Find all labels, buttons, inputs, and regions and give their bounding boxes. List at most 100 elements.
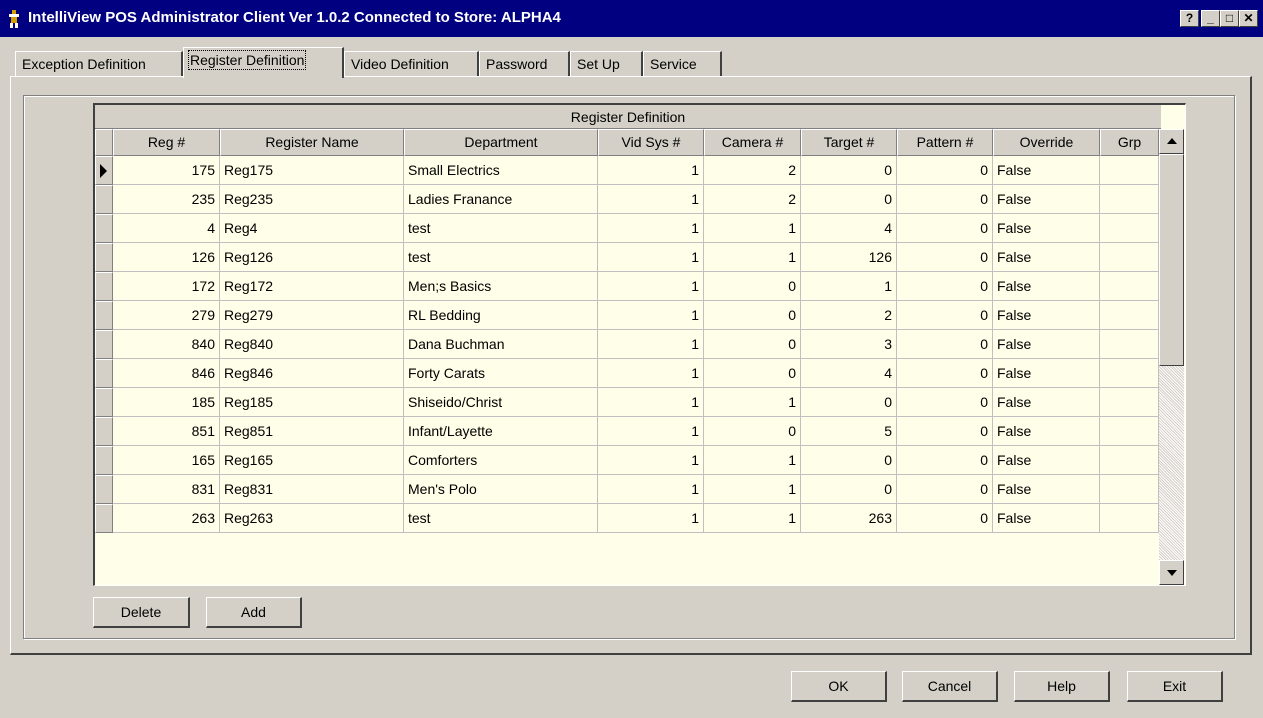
column-header[interactable]: Pattern # bbox=[897, 129, 993, 156]
exit-button[interactable]: Exit bbox=[1127, 671, 1223, 702]
table-cell[interactable]: 0 bbox=[897, 388, 993, 417]
table-cell[interactable]: 279 bbox=[113, 301, 220, 330]
table-cell[interactable]: 1 bbox=[598, 359, 704, 388]
table-cell[interactable]: 0 bbox=[801, 156, 897, 185]
table-cell[interactable]: 263 bbox=[801, 504, 897, 533]
column-header[interactable]: Department bbox=[404, 129, 598, 156]
table-cell[interactable]: 0 bbox=[704, 417, 801, 446]
table-cell[interactable] bbox=[1100, 359, 1159, 388]
row-selector[interactable] bbox=[95, 504, 113, 533]
delete-button[interactable]: Delete bbox=[93, 597, 190, 628]
table-cell[interactable]: False bbox=[993, 272, 1100, 301]
table-cell[interactable]: 0 bbox=[897, 301, 993, 330]
table-row[interactable]: 263 Reg263 test 1 1 263 0 False bbox=[95, 504, 1159, 533]
table-cell[interactable] bbox=[1100, 156, 1159, 185]
table-cell[interactable]: 1 bbox=[598, 272, 704, 301]
table-row[interactable]: 840 Reg840 Dana Buchman 1 0 3 0 False bbox=[95, 330, 1159, 359]
table-row[interactable]: 4 Reg4 test 1 1 4 0 False bbox=[95, 214, 1159, 243]
table-cell[interactable]: False bbox=[993, 214, 1100, 243]
column-header[interactable]: Target # bbox=[801, 129, 897, 156]
table-cell[interactable] bbox=[1100, 243, 1159, 272]
table-cell[interactable]: False bbox=[993, 446, 1100, 475]
table-cell[interactable]: Reg165 bbox=[220, 446, 404, 475]
cancel-button[interactable]: Cancel bbox=[902, 671, 998, 702]
table-cell[interactable]: 0 bbox=[897, 504, 993, 533]
column-header[interactable]: Camera # bbox=[704, 129, 801, 156]
table-cell[interactable]: test bbox=[404, 243, 598, 272]
table-cell[interactable]: False bbox=[993, 388, 1100, 417]
row-selector[interactable] bbox=[95, 417, 113, 446]
table-cell[interactable]: Reg185 bbox=[220, 388, 404, 417]
table-cell[interactable] bbox=[1100, 301, 1159, 330]
table-cell[interactable]: False bbox=[993, 330, 1100, 359]
table-cell[interactable]: 831 bbox=[113, 475, 220, 504]
table-row[interactable]: 235 Reg235 Ladies Franance 1 2 0 0 False bbox=[95, 185, 1159, 214]
table-cell[interactable]: 4 bbox=[801, 359, 897, 388]
table-cell[interactable]: 0 bbox=[897, 359, 993, 388]
row-selector[interactable] bbox=[95, 446, 113, 475]
table-row[interactable]: 126 Reg126 test 1 1 126 0 False bbox=[95, 243, 1159, 272]
table-cell[interactable] bbox=[1100, 446, 1159, 475]
help-button[interactable]: Help bbox=[1014, 671, 1110, 702]
table-cell[interactable]: False bbox=[993, 417, 1100, 446]
table-cell[interactable]: test bbox=[404, 214, 598, 243]
table-cell[interactable]: 1 bbox=[598, 156, 704, 185]
table-cell[interactable]: 185 bbox=[113, 388, 220, 417]
row-selector[interactable] bbox=[95, 330, 113, 359]
table-cell[interactable]: 4 bbox=[801, 214, 897, 243]
table-cell[interactable]: 846 bbox=[113, 359, 220, 388]
table-cell[interactable]: 1 bbox=[704, 504, 801, 533]
table-cell[interactable]: 0 bbox=[801, 388, 897, 417]
table-cell[interactable]: Reg851 bbox=[220, 417, 404, 446]
help-title-button[interactable]: ? bbox=[1180, 10, 1199, 27]
table-cell[interactable] bbox=[1100, 504, 1159, 533]
table-cell[interactable]: Reg831 bbox=[220, 475, 404, 504]
table-cell[interactable] bbox=[1100, 475, 1159, 504]
table-cell[interactable]: False bbox=[993, 301, 1100, 330]
table-cell[interactable]: 1 bbox=[598, 446, 704, 475]
tab-video-definition[interactable]: Video Definition bbox=[344, 51, 479, 77]
table-cell[interactable]: 4 bbox=[113, 214, 220, 243]
row-selector[interactable] bbox=[95, 243, 113, 272]
table-cell[interactable]: Ladies Franance bbox=[404, 185, 598, 214]
scroll-thumb[interactable] bbox=[1159, 154, 1184, 366]
table-cell[interactable]: 1 bbox=[704, 243, 801, 272]
table-row[interactable]: 172 Reg172 Men;s Basics 1 0 1 0 False bbox=[95, 272, 1159, 301]
tab-set-up[interactable]: Set Up bbox=[570, 51, 643, 77]
table-cell[interactable]: 165 bbox=[113, 446, 220, 475]
table-cell[interactable]: 1 bbox=[598, 185, 704, 214]
tab-exception-definition[interactable]: Exception Definition bbox=[15, 51, 183, 77]
tab-register-definition[interactable]: Register Definition bbox=[183, 47, 344, 78]
table-cell[interactable]: Dana Buchman bbox=[404, 330, 598, 359]
table-cell[interactable]: Reg172 bbox=[220, 272, 404, 301]
column-header[interactable]: Vid Sys # bbox=[598, 129, 704, 156]
table-cell[interactable]: 2 bbox=[704, 185, 801, 214]
table-cell[interactable]: Reg846 bbox=[220, 359, 404, 388]
table-cell[interactable]: 0 bbox=[897, 417, 993, 446]
table-row[interactable]: 851 Reg851 Infant/Layette 1 0 5 0 False bbox=[95, 417, 1159, 446]
table-cell[interactable]: 0 bbox=[897, 446, 993, 475]
table-cell[interactable]: 1 bbox=[598, 417, 704, 446]
table-cell[interactable]: 235 bbox=[113, 185, 220, 214]
row-selector[interactable] bbox=[95, 475, 113, 504]
table-cell[interactable]: 1 bbox=[598, 301, 704, 330]
table-cell[interactable]: test bbox=[404, 504, 598, 533]
close-button[interactable]: ✕ bbox=[1239, 10, 1258, 27]
column-header[interactable]: Register Name bbox=[220, 129, 404, 156]
row-selector[interactable] bbox=[95, 156, 113, 185]
table-cell[interactable]: Infant/Layette bbox=[404, 417, 598, 446]
tab-password[interactable]: Password bbox=[479, 51, 570, 77]
table-cell[interactable]: 1 bbox=[704, 446, 801, 475]
table-cell[interactable]: False bbox=[993, 243, 1100, 272]
table-row[interactable]: 831 Reg831 Men's Polo 1 1 0 0 False bbox=[95, 475, 1159, 504]
table-cell[interactable]: 1 bbox=[598, 388, 704, 417]
table-cell[interactable]: 0 bbox=[704, 272, 801, 301]
table-cell[interactable] bbox=[1100, 417, 1159, 446]
table-cell[interactable]: 1 bbox=[598, 243, 704, 272]
table-cell[interactable]: Men's Polo bbox=[404, 475, 598, 504]
table-cell[interactable]: 1 bbox=[704, 388, 801, 417]
table-cell[interactable]: 1 bbox=[598, 475, 704, 504]
register-grid[interactable]: Register Definition Reg # Register Name … bbox=[93, 103, 1186, 586]
table-cell[interactable]: Reg279 bbox=[220, 301, 404, 330]
table-cell[interactable]: 5 bbox=[801, 417, 897, 446]
